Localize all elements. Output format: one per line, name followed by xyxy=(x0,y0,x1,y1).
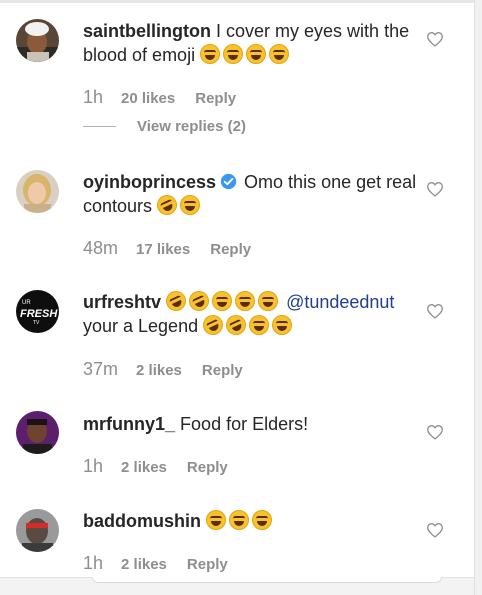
rofl-emoji-icon xyxy=(162,287,190,315)
comment-timestamp: 1h xyxy=(83,87,104,107)
avatar-logo-text: TV xyxy=(33,320,40,326)
likes-count-button[interactable]: 2 likes xyxy=(121,556,167,573)
comment-text: oyinboprincess Omo this one get real con… xyxy=(83,170,419,219)
laughing-emoji-icon xyxy=(246,44,267,64)
heart-outline-icon[interactable] xyxy=(426,303,444,319)
comment-meta: 1h 2 likes Reply xyxy=(83,553,228,574)
laughing-emoji-icon xyxy=(235,291,256,311)
laughing-emoji-icon xyxy=(206,510,227,530)
reply-button[interactable]: Reply xyxy=(195,90,236,107)
reply-button[interactable]: Reply xyxy=(210,241,251,258)
avatar[interactable]: UR FRESH TV xyxy=(16,290,59,333)
username-link[interactable]: urfreshtv xyxy=(83,292,161,312)
scrollbar-track[interactable] xyxy=(474,0,482,595)
rofl-emoji-icon xyxy=(199,311,227,339)
heart-outline-icon[interactable] xyxy=(426,31,444,47)
laughing-emoji-icon xyxy=(180,195,201,215)
laughing-emoji-icon xyxy=(252,510,273,530)
laughing-emoji-icon xyxy=(269,44,290,64)
likes-count-button[interactable]: 2 likes xyxy=(121,459,167,476)
username-link[interactable]: mrfunny1_ xyxy=(83,414,175,434)
heart-outline-icon[interactable] xyxy=(426,522,444,538)
reply-button[interactable]: Reply xyxy=(187,459,228,476)
laughing-emoji-icon xyxy=(258,291,279,311)
laughing-emoji-icon xyxy=(249,315,270,335)
comment-meta: 1h 2 likes Reply xyxy=(83,456,228,477)
avatar-logo-text: FRESH xyxy=(20,308,58,320)
laughing-emoji-icon xyxy=(200,44,221,64)
comment-body: Food for Elders! xyxy=(180,414,309,434)
comment-timestamp: 48m xyxy=(83,238,119,258)
replies-divider xyxy=(83,126,116,127)
comment-timestamp: 1h xyxy=(83,553,104,573)
comment-text: saintbellington I cover my eyes with the… xyxy=(83,19,419,67)
laughing-emoji-icon xyxy=(223,44,244,64)
heart-outline-icon[interactable] xyxy=(426,181,444,197)
verified-badge-icon xyxy=(220,173,237,190)
view-replies-label: View replies (2) xyxy=(137,118,246,135)
comment-item: oyinboprincess Omo this one get real con… xyxy=(0,150,474,270)
comment-item: baddomushin 1h 2 likes Reply xyxy=(0,489,474,577)
laughing-emoji-icon xyxy=(229,510,250,530)
avatar[interactable] xyxy=(16,411,59,454)
likes-count-button[interactable]: 17 likes xyxy=(136,241,190,258)
comment-meta: 48m 17 likes Reply xyxy=(83,238,251,259)
likes-count-button[interactable]: 2 likes xyxy=(136,362,182,379)
reply-button[interactable]: Reply xyxy=(202,362,243,379)
avatar-logo-text: UR xyxy=(22,300,31,306)
username-link[interactable]: oyinboprincess xyxy=(83,172,216,192)
laughing-emoji-icon xyxy=(212,291,233,311)
comment-timestamp: 37m xyxy=(83,359,119,379)
avatar[interactable] xyxy=(16,19,59,62)
reply-button[interactable]: Reply xyxy=(187,556,228,573)
mention-link[interactable]: @tundeednut xyxy=(286,292,394,312)
comment-item: UR FRESH TV urfreshtv @tundeednut your a… xyxy=(0,270,474,392)
comment-timestamp: 1h xyxy=(83,456,104,476)
comment-meta: 1h 20 likes Reply xyxy=(83,87,236,108)
comment-input-edge[interactable] xyxy=(92,577,442,583)
comment-text: baddomushin xyxy=(83,509,419,533)
laughing-emoji-icon xyxy=(272,315,293,335)
rofl-emoji-icon xyxy=(185,287,213,315)
comment-text: mrfunny1_ Food for Elders! xyxy=(83,412,419,436)
heart-outline-icon[interactable] xyxy=(426,424,444,440)
comment-body: your a Legend xyxy=(83,316,199,336)
comment-meta: 37m 2 likes Reply xyxy=(83,359,243,380)
username-link[interactable]: baddomushin xyxy=(83,511,201,531)
likes-count-button[interactable]: 20 likes xyxy=(121,90,175,107)
view-replies-button[interactable]: View replies (2) xyxy=(83,118,246,135)
avatar[interactable] xyxy=(16,509,59,552)
avatar[interactable] xyxy=(16,170,59,213)
comment-item: mrfunny1_ Food for Elders! 1h 2 likes Re… xyxy=(0,392,474,489)
username-link[interactable]: saintbellington xyxy=(83,21,211,41)
rofl-emoji-icon xyxy=(153,191,181,219)
comment-item: saintbellington I cover my eyes with the… xyxy=(0,0,474,150)
rofl-emoji-icon xyxy=(222,311,250,339)
comment-text: urfreshtv @tundeednut your a Legend xyxy=(83,287,419,339)
